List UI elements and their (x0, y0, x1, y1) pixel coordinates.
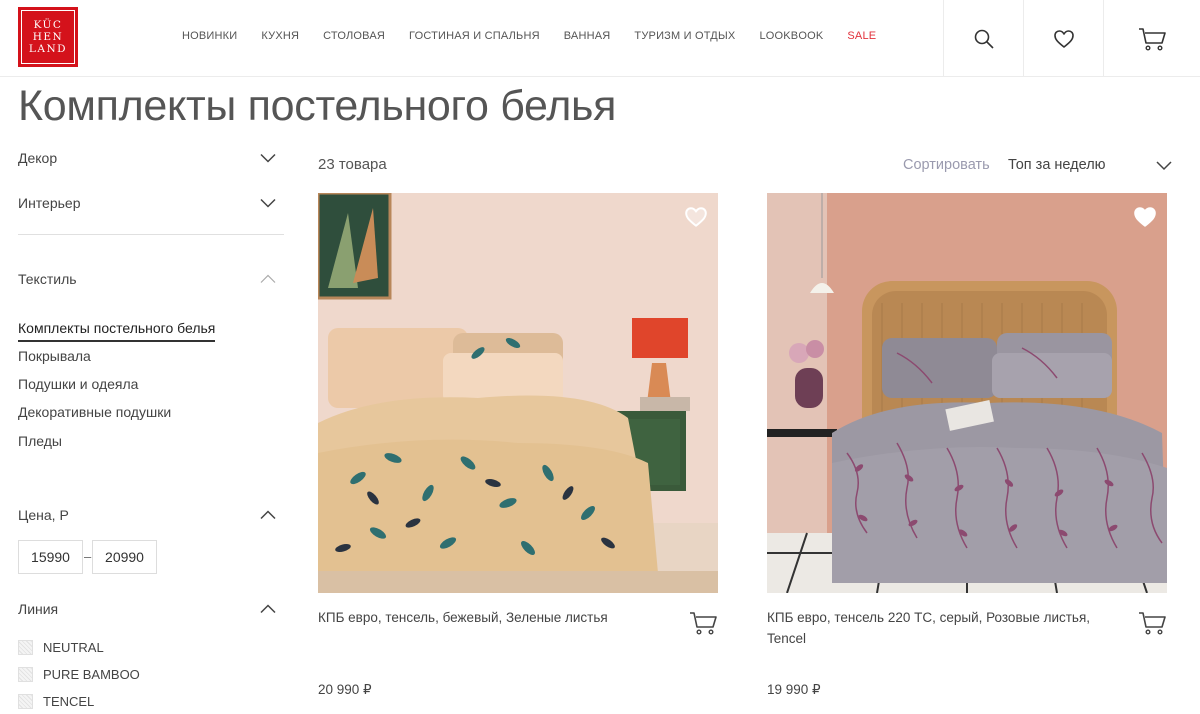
chevron-down-icon (260, 198, 276, 208)
chevron-up-icon (260, 604, 276, 614)
product-name[interactable]: КПБ евро, тенсель 220 TC, серый, Розовые… (767, 607, 1097, 649)
category-label: Интерьер (18, 195, 81, 211)
bedroom-photo-beige (318, 193, 718, 593)
add-to-wishlist-button[interactable] (682, 203, 710, 231)
heart-icon (1053, 29, 1074, 48)
nav-item-sale[interactable]: Sale (847, 30, 876, 42)
price-separator: – (84, 549, 92, 564)
filter-price[interactable]: Цена, Р (18, 507, 276, 523)
product-name[interactable]: КПБ евро, тенсель, бежевый, Зеленые лист… (318, 607, 648, 628)
cart-icon (690, 612, 717, 635)
nav-item-bathroom[interactable]: Ванная (564, 30, 611, 42)
product-image[interactable] (767, 193, 1167, 593)
line-option-tencel[interactable]: TENCEL (18, 694, 94, 709)
filter-line-label: Линия (18, 601, 59, 617)
add-to-cart-button[interactable] (1135, 606, 1169, 640)
nav-item-dining[interactable]: Столовая (323, 30, 385, 42)
logo-text-line-2: HEN (32, 31, 64, 43)
checkbox[interactable] (18, 667, 33, 682)
logo-text-line-3: LAND (28, 43, 68, 55)
category-decor[interactable]: Декор (18, 150, 276, 166)
category-label: Декор (18, 150, 58, 166)
textile-item-pillows-blankets[interactable]: Подушки и одеяла (18, 376, 138, 392)
cart-icon (1139, 27, 1166, 51)
line-option-label: TENCEL (43, 694, 95, 709)
sort-dropdown[interactable]: Топ за неделю (1008, 157, 1106, 173)
product-count: 23 товара (318, 156, 387, 173)
line-option-label: NEUTRAL (43, 640, 104, 655)
line-option-neutral[interactable]: NEUTRAL (18, 640, 104, 655)
add-to-wishlist-button[interactable] (1131, 203, 1159, 231)
search-icon (974, 29, 994, 49)
nav-item-lookbook[interactable]: Lookbook (759, 30, 823, 42)
price-min-input[interactable]: 15990 (18, 540, 83, 574)
heart-icon (685, 207, 707, 227)
chevron-up-icon (260, 510, 276, 520)
category-textile[interactable]: Текстиль (18, 271, 276, 287)
chevron-down-icon[interactable] (1156, 157, 1172, 173)
logo[interactable]: KÜC HEN LAND (18, 7, 78, 67)
page-title: Комплекты постельного белья (18, 82, 617, 130)
category-label: Текстиль (18, 271, 77, 287)
textile-item-bedspreads[interactable]: Покрывала (18, 348, 91, 364)
product-price: 19 990 ₽ (767, 682, 821, 697)
line-option-label: PURE BAMBOO (43, 667, 140, 682)
filter-price-label: Цена, Р (18, 507, 69, 523)
checkbox[interactable] (18, 694, 33, 709)
chevron-up-icon (260, 274, 276, 283)
wishlist-button[interactable] (1023, 0, 1103, 77)
checkbox[interactable] (18, 640, 33, 655)
textile-item-plaids[interactable]: Пледы (18, 433, 62, 449)
textile-item-bedding-sets[interactable]: Комплекты постельного белья (18, 320, 216, 342)
search-button[interactable] (943, 0, 1023, 77)
price-max-input[interactable]: 20990 (92, 540, 157, 574)
sort-label: Сортировать (903, 157, 990, 173)
bedroom-photo-grey (767, 193, 1167, 593)
category-interior[interactable]: Интерьер (18, 195, 276, 211)
cart-icon (1139, 612, 1166, 635)
nav-item-living-bedroom[interactable]: Гостиная и спальня (409, 30, 540, 42)
line-option-pure-bamboo[interactable]: PURE BAMBOO (18, 667, 140, 682)
cart-button[interactable] (1103, 0, 1200, 77)
heart-icon (1134, 207, 1156, 227)
logo-text-line-1: KÜC (33, 19, 63, 31)
product-price: 20 990 ₽ (318, 682, 372, 697)
add-to-cart-button[interactable] (686, 606, 720, 640)
nav-item-tourism[interactable]: Туризм и отдых (634, 30, 735, 42)
product-image[interactable] (318, 193, 718, 593)
filter-line[interactable]: Линия (18, 601, 276, 617)
chevron-down-icon (260, 153, 276, 163)
textile-item-decor-pillows[interactable]: Декоративные подушки (18, 404, 171, 420)
sidebar-divider (18, 234, 284, 235)
site-header: KÜC HEN LAND Новинки Кухня Столовая Гост… (0, 0, 1200, 77)
main-nav: Новинки Кухня Столовая Гостиная и спальн… (182, 30, 900, 42)
logo-frame: KÜC HEN LAND (21, 10, 75, 64)
nav-item-novinki[interactable]: Новинки (182, 30, 237, 42)
nav-item-kitchen[interactable]: Кухня (261, 30, 299, 42)
